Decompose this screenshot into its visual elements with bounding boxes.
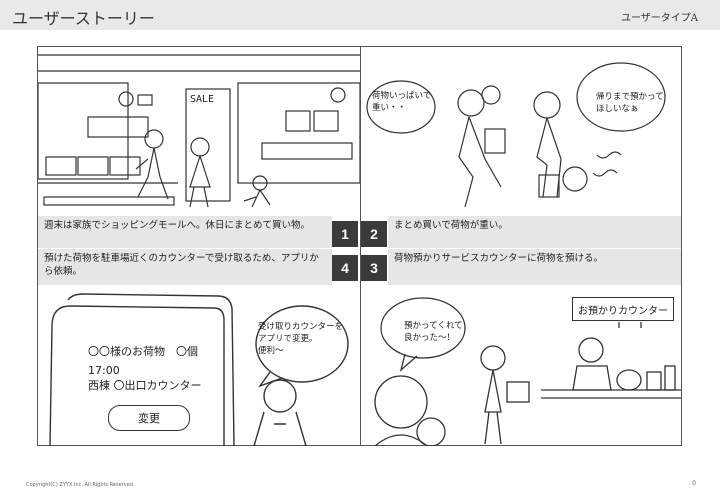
panel-2-caption: まとめ買いで荷物が重い。	[388, 216, 681, 248]
page-number: 0	[692, 480, 696, 487]
change-button[interactable]: 変更	[108, 405, 190, 431]
page-title: ユーザーストーリー	[12, 9, 155, 28]
panel-2-bubble-left: 荷物いっぱいで 重い・・	[372, 91, 432, 113]
tablet-line-1: 〇〇様のお荷物 〇個	[88, 345, 198, 358]
panel-3-bubble: 預かってくれて 良かった～！	[404, 321, 463, 343]
panel-4-number: 4	[332, 255, 358, 281]
tablet-line-3: 西棟 〇出口カウンター	[88, 379, 202, 392]
panel-2-number: 2	[361, 221, 387, 247]
panel-1-caption: 週末は家族でショッピングモールへ。休日にまとめて買い物。	[38, 216, 332, 248]
panel-3-caption: 荷物預かりサービスカウンターに荷物を預ける。	[388, 249, 681, 285]
panel-1-illustration	[38, 54, 360, 208]
panel-2-bubble-right: 帰りまで預かって ほしいなぁ	[596, 92, 664, 114]
panel-4-bubble: 受け取りカウンターを アプリで変更。 便利～	[258, 322, 344, 356]
copyright: Copyright(C) ZYYX Inc. All Rights Reserv…	[26, 482, 135, 488]
panel-4-illustration	[49, 293, 349, 446]
persona-label: ユーザータイプA	[620, 13, 698, 24]
sale-sign: SALE	[190, 94, 215, 105]
panel-1-number: 1	[332, 221, 358, 247]
tablet-line-2: 17:00	[88, 364, 120, 377]
counter-sign: お預かりカウンター	[572, 297, 674, 321]
panel-3-number: 3	[361, 255, 387, 281]
panel-2-illustration	[366, 62, 666, 208]
panel-4-caption: 預けた荷物を駐車場近くのカウンターで受け取るため、アプリから依頼。	[38, 249, 332, 285]
header-bar: ユーザーストーリー ユーザータイプA	[0, 0, 720, 30]
